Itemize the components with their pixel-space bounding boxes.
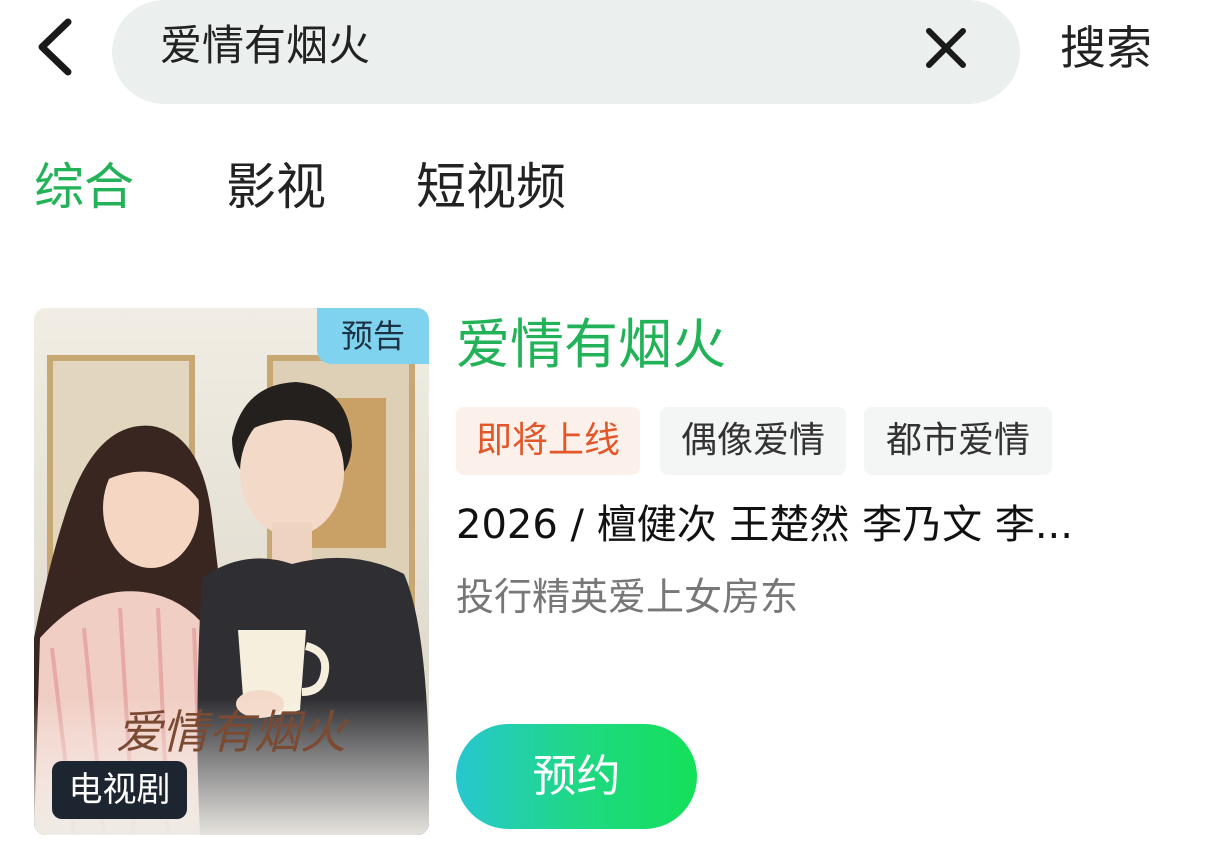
year-cast-line: 2026 / 檀健次 王楚然 李乃文 李... [456,502,1073,548]
tab-all[interactable]: 综合 [34,156,134,218]
search-button[interactable]: 搜索 [1060,20,1152,76]
back-button[interactable] [32,14,80,80]
clear-search-button[interactable] [924,26,968,70]
reserve-button[interactable]: 预约 [456,724,697,829]
chevron-left-icon [38,18,72,76]
poster-illustration: 爱情有烟火 [34,308,429,835]
description: 投行精英爱上女房东 [456,575,799,619]
preview-badge: 预告 [317,308,429,364]
type-badge: 电视剧 [52,761,187,819]
close-icon [926,28,966,68]
result-title[interactable]: 爱情有烟火 [456,312,726,378]
genre-tag: 偶像爱情 [660,407,846,475]
tab-short-video[interactable]: 短视频 [416,156,566,218]
search-input[interactable]: 爱情有烟火 [160,20,370,72]
poster-image[interactable]: 爱情有烟火 [34,308,429,835]
poster-title-art: 爱情有烟火 [116,705,349,759]
tab-film-tv[interactable]: 影视 [226,156,326,218]
status-tag: 即将上线 [456,407,640,475]
genre-tag: 都市爱情 [864,407,1052,475]
